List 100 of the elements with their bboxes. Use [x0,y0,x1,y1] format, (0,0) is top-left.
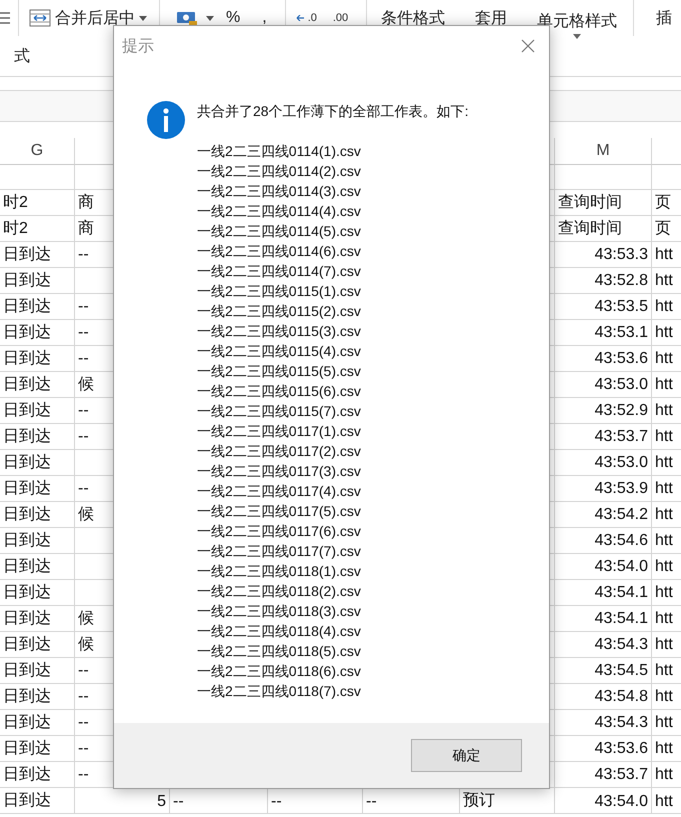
table-cell: htt [655,454,673,472]
table-cell-text: 日到达 [3,686,51,707]
table-cell: 43:53.5 [594,298,648,316]
file-name: 一线2二三四线0118(5).csv [197,642,362,661]
table-cell: 43:54.8 [594,688,648,706]
table-cell: -- [78,662,89,680]
table-cell: htt [655,766,673,784]
table-cell: -- [78,298,89,316]
table-cell: -- [78,324,89,342]
comma-button[interactable]: , [262,9,267,27]
table-cell-text: 日到达 [3,374,51,395]
table-cell: htt [655,584,673,602]
table-cell-text: 日到达 [3,348,51,369]
table-cell-text: 日到达 [3,582,51,603]
table-cell: htt [655,402,673,420]
table-cell: 43:52.8 [594,272,648,290]
table-cell-text: 页 [655,219,671,239]
table-cell: -- [78,714,89,732]
file-name: 一线2二三四线0118(2).csv [197,582,362,601]
table-cell-text: 查询时间 [558,218,622,239]
cell-styles-button[interactable]: 单元格样式 [537,11,618,32]
table-cell-text: 候 [78,609,94,629]
table-cell: htt [655,636,673,654]
increase-decimal-button[interactable]: .0 [296,12,317,24]
caret-icon [573,34,582,39]
percent-button[interactable]: % [226,9,240,27]
file-name: 一线2二三四线0114(1).csv [197,142,362,161]
table-cell-text: 日到达 [3,764,51,785]
table-cell: htt [655,662,673,680]
caret-icon [206,16,214,20]
table-cell: -- [78,480,89,498]
column-header[interactable]: G [30,142,44,160]
file-name: 一线2二三四线0115(1).csv [197,282,362,301]
table-cell: htt [655,558,673,576]
table-cell-text: 候 [78,635,94,655]
file-name: 一线2二三四线0114(3).csv [197,182,362,201]
ok-button[interactable]: 确定 [411,739,522,772]
table-cell: 43:53.6 [594,350,648,368]
table-cell-text: 日到达 [3,504,51,525]
table-cell: 43:54.0 [594,793,648,811]
table-cell: 43:54.5 [594,662,648,680]
info-icon [147,101,185,139]
table-cell-text: 日到达 [3,608,51,629]
table-cell-text: 日到达 [3,738,51,759]
table-cell: 43:53.7 [594,766,648,784]
table-cell-text: 日到达 [3,452,51,473]
group-label: 式 [14,46,30,66]
table-cell: 43:53.6 [594,740,648,758]
table-cell: -- [78,402,89,420]
table-cell: htt [655,610,673,628]
align-icon [0,10,10,26]
table-cell: 43:53.9 [594,480,648,498]
table-cell: 43:53.0 [594,454,648,472]
table-cell: htt [655,428,673,446]
file-name: 一线2二三四线0115(7).csv [197,402,362,421]
conditional-format-button[interactable]: 条件格式 [381,8,446,28]
table-cell-text: 时2 [3,192,28,213]
table-cell-text: 查询时间 [558,192,622,213]
insert-button[interactable]: 插 [656,8,672,28]
table-cell: -- [78,350,89,368]
close-button[interactable] [521,39,535,53]
table-cell: htt [655,298,673,316]
table-cell: htt [655,714,673,732]
table-cell-text: 日到达 [3,322,51,343]
file-name: 一线2二三四线0115(2).csv [197,302,362,321]
file-name: 一线2二三四线0118(4).csv [197,622,362,641]
table-cell-text: 商 [78,192,94,213]
table-cell: htt [655,272,673,290]
table-cell: htt [655,532,673,550]
dialog-message: 共合并了28个工作薄下的全部工作表。如下: [197,102,468,121]
table-cell-text: 日到达 [3,556,51,577]
close-icon [521,39,535,53]
file-name: 一线2二三四线0115(6).csv [197,382,362,401]
table-cell: 5 [157,793,166,811]
table-cell: htt [655,480,673,498]
file-name: 一线2二三四线0114(7).csv [197,262,362,281]
file-name: 一线2二三四线0114(6).csv [197,242,362,261]
table-cell-text: 日到达 [3,660,51,681]
table-cell-text: 时2 [3,218,28,239]
table-cell: -- [173,793,184,811]
table-cell: htt [655,324,673,342]
table-cell-text: 日到达 [3,426,51,447]
file-name: 一线2二三四线0115(3).csv [197,322,362,341]
merge-cells-icon [29,9,51,27]
table-cell: 43:53.7 [594,428,648,446]
file-name: 一线2二三四线0115(5).csv [197,362,362,381]
table-cell-text: 日到达 [3,530,51,551]
file-name: 一线2二三四线0118(1).csv [197,562,362,581]
table-cell: 43:53.0 [594,376,648,394]
table-cell: 43:54.3 [594,636,648,654]
column-header[interactable]: M [596,142,610,160]
file-name: 一线2二三四线0117(3).csv [197,462,362,481]
file-name: 一线2二三四线0118(3).csv [197,602,362,621]
table-cell-text: 预订 [463,791,495,811]
table-cell: 43:54.0 [594,558,648,576]
table-cell: 43:52.9 [594,402,648,420]
table-cell: htt [655,688,673,706]
format-table-button[interactable]: 套用 [475,8,508,28]
file-name: 一线2二三四线0115(4).csv [197,342,362,361]
decrease-decimal-button[interactable]: .00 [332,12,348,24]
